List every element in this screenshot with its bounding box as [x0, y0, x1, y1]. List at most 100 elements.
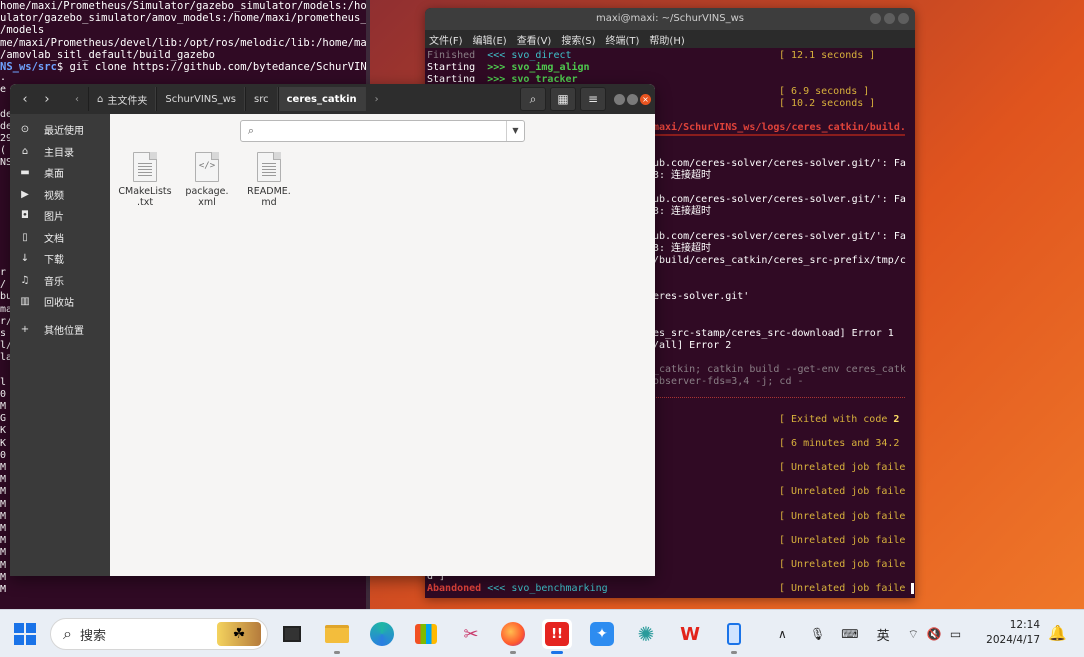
store-button[interactable] — [411, 619, 441, 649]
text-file-icon — [133, 152, 157, 182]
maximize-button[interactable] — [884, 13, 895, 24]
store-icon — [415, 624, 437, 644]
sidebar-item-trash[interactable]: ▥ 回收站 — [10, 291, 110, 313]
menu-button[interactable]: ≡ — [580, 87, 606, 111]
battery-icon[interactable]: ▭ — [950, 627, 961, 641]
search-highlight-icon: ☘ — [217, 622, 261, 646]
edge-button[interactable] — [367, 619, 397, 649]
chatgpt-button[interactable]: ✺ — [631, 619, 661, 649]
sidebar-item-download[interactable]: ↓ 下载 — [10, 248, 110, 270]
file-view[interactable]: ⌕ ▼ CMakeLists .txt </> package. xml READM… — [110, 114, 655, 576]
close-button[interactable]: × — [640, 93, 651, 105]
sidebar-item-video[interactable]: ▶ 视频 — [10, 184, 110, 206]
output-line: [ 10.2 seconds ] — [779, 98, 876, 109]
file-manager-window[interactable]: ‹ › ‹ ⌂ 主文件夹 SchurVINS_ws src ceres_catki… — [10, 84, 655, 576]
code-file-icon: </> — [195, 152, 219, 182]
terminal-titlebar[interactable]: maxi@maxi: ~/SchurVINS_ws — [425, 8, 915, 30]
output-line: Starting >>> svo_img_align — [427, 62, 590, 73]
sidebar-item-document[interactable]: ▯ 文档 — [10, 227, 110, 249]
output-line: [ Exited with code 2 — [779, 414, 900, 425]
search-icon: ⌕ — [529, 91, 537, 106]
clock-time: 12:14 — [1009, 619, 1040, 631]
menu-terminal[interactable]: 终端(T) — [606, 32, 640, 47]
start-button[interactable] — [10, 619, 40, 649]
file-name: package. xml — [185, 186, 229, 208]
close-button[interactable] — [898, 13, 909, 24]
sidebar-item-label: 主目录 — [44, 147, 74, 159]
spiral-icon: ✺ — [637, 622, 655, 646]
minimize-button[interactable] — [614, 93, 625, 105]
sidebar-item-label: 回收站 — [44, 298, 74, 310]
search-button[interactable]: ⌕ — [520, 87, 546, 111]
gutter-char: . — [0, 72, 7, 83]
wifi-icon[interactable]: ⌔ — [908, 627, 919, 642]
firefox-button[interactable] — [498, 619, 528, 654]
back-button[interactable]: ‹ — [14, 88, 36, 110]
file-name: CMakeLists .txt — [118, 186, 172, 208]
taskbar-search[interactable]: ⌕ 搜索 ☘ — [50, 618, 268, 650]
output-line: _catkin; catkin build --get-env ceres_ca… — [653, 364, 906, 375]
folder-icon: ▬ — [20, 167, 30, 179]
file-item-package-xml[interactable]: </> package. xml — [174, 152, 240, 208]
sidebar-item-home[interactable]: ⌂ 主目录 — [10, 141, 110, 163]
breadcrumb-home[interactable]: ⌂ 主文件夹 — [88, 87, 157, 111]
task-view-button[interactable] — [277, 619, 307, 649]
prompt-command: $ git clone https://github.com/bytedance… — [56, 60, 370, 73]
mail-app-button[interactable]: !! — [542, 619, 572, 654]
sidebar-item-label: 桌面 — [44, 169, 64, 181]
file-manager-header[interactable]: ‹ › ‹ ⌂ 主文件夹 SchurVINS_ws src ceres_catki… — [10, 84, 655, 114]
sidebar-item-folder[interactable]: ▬ 桌面 — [10, 162, 110, 184]
text-cursor — [911, 583, 914, 594]
snipping-tool-button[interactable]: ✂ — [456, 619, 486, 649]
clock-date: 2024/4/17 — [986, 634, 1040, 646]
sidebar-item-clock[interactable]: ⊙ 最近使用 — [10, 119, 110, 141]
places-sidebar: ⊙ 最近使用 ⌂ 主目录 ▬ 桌面 ▶ 视频 ◘ 图片 ▯ 文档 ↓ 下载 ♫ 音乐 ▥ 回收站 + 其他位置 — [10, 114, 110, 576]
volume-mute-icon[interactable]: 🔇 — [927, 627, 942, 641]
sidebar-item-camera[interactable]: ◘ 图片 — [10, 205, 110, 227]
grid-view-icon: ▦ — [557, 92, 569, 106]
clock[interactable]: 12:14 2024/4/17 — [984, 618, 1040, 648]
breadcrumb-schurvins-ws[interactable]: SchurVINS_ws — [156, 87, 245, 111]
minimize-button[interactable] — [870, 13, 881, 24]
maximize-button[interactable] — [627, 93, 638, 105]
trash-icon: ▥ — [20, 296, 30, 308]
menu-file[interactable]: 文件(F) — [429, 32, 463, 47]
phone-icon — [727, 623, 741, 645]
breadcrumb: ⌂ 主文件夹 SchurVINS_ws src ceres_catkin — [88, 87, 366, 111]
file-item-readme[interactable]: README. md — [236, 152, 302, 208]
app-m-icon: !! — [545, 622, 569, 646]
search-bar[interactable]: ⌕ ▼ — [240, 120, 525, 142]
sidebar-item-label: 下载 — [44, 255, 64, 267]
wps-button[interactable]: W — [675, 619, 705, 649]
sidebar-item-label: 文档 — [44, 233, 64, 245]
output-line: /all] Error 2 — [653, 340, 732, 351]
menu-help[interactable]: 帮助(H) — [649, 32, 684, 47]
sidebar-item-plus[interactable]: + 其他位置 — [10, 319, 110, 341]
phone-link-button[interactable] — [719, 619, 749, 654]
file-explorer-button[interactable] — [322, 619, 352, 654]
feishu-button[interactable]: ✦ — [587, 619, 617, 649]
folder-icon — [325, 625, 349, 643]
breadcrumb-ceres-catkin[interactable]: ceres_catkin — [277, 87, 366, 111]
bird-icon: ✦ — [590, 622, 614, 646]
view-toggle-button[interactable]: ▦ — [550, 87, 576, 111]
file-item-cmakelists[interactable]: CMakeLists .txt — [112, 152, 178, 208]
chevron-up-icon[interactable]: ∧ — [778, 627, 792, 641]
breadcrumb-scroll-left[interactable]: ‹ — [66, 88, 88, 110]
chevron-down-icon[interactable]: ▼ — [506, 121, 524, 141]
microphone-icon[interactable]: 🎙 — [810, 627, 825, 641]
terminal-line: /amovlab_sitl_default/build_gazebo — [0, 48, 215, 61]
breadcrumb-scroll-right[interactable]: › — [366, 88, 388, 110]
input-method-indicator[interactable]: 英 — [877, 625, 890, 644]
menu-edit[interactable]: 编辑(E) — [473, 32, 507, 47]
menu-search[interactable]: 搜索(S) — [561, 32, 595, 47]
sidebar-item-music[interactable]: ♫ 音乐 — [10, 270, 110, 292]
keyboard-icon[interactable]: ⌨ — [841, 627, 858, 641]
breadcrumb-src[interactable]: src — [245, 87, 278, 111]
forward-button[interactable]: › — [36, 88, 58, 110]
bell-icon[interactable]: 🔔 — [1048, 624, 1067, 642]
menu-view[interactable]: 查看(V) — [517, 32, 552, 47]
terminal-line: me/maxi/Prometheus/devel/lib:/opt/ros/me… — [0, 36, 370, 49]
search-input[interactable] — [261, 122, 506, 140]
output-line: [ Unrelated job faile — [779, 462, 906, 473]
